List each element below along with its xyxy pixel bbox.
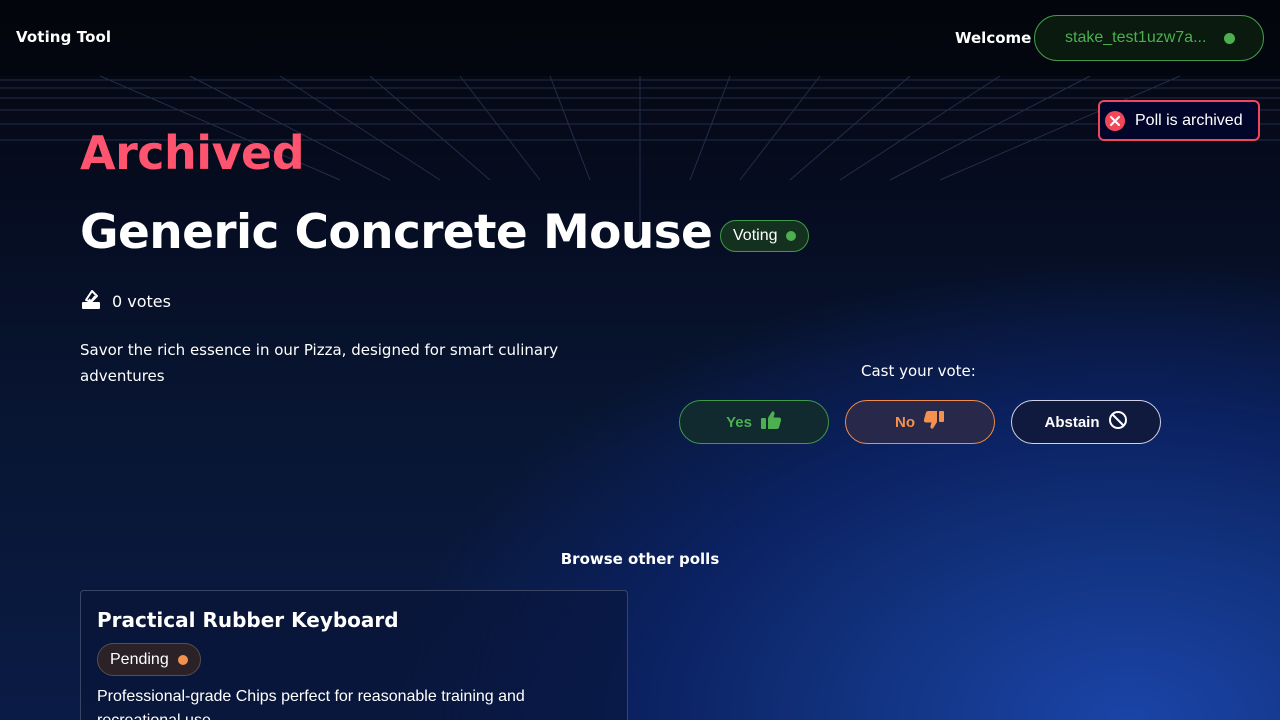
status-badge-label: Pending: [110, 650, 169, 668]
error-icon: [1105, 110, 1125, 131]
thumbs-up-icon: [760, 410, 782, 434]
poll-card-title: Practical Rubber Keyboard: [97, 608, 399, 632]
page-title: Generic Concrete Mouse: [80, 205, 713, 260]
status-badge: Pending: [97, 643, 201, 676]
poll-description: Savor the rich essence in our Pizza, des…: [80, 341, 559, 385]
block-icon: [1108, 410, 1128, 434]
vote-abstain-label: Abstain: [1044, 413, 1100, 431]
vote-no-label: No: [895, 413, 915, 431]
status-dot: [786, 231, 797, 241]
vote-yes-label: Yes: [726, 413, 752, 431]
cast-vote-label: Cast your vote:: [861, 362, 976, 380]
wallet-status-dot: [1224, 33, 1235, 44]
status-badge: Voting: [720, 220, 810, 252]
poll-card-description: Professional-grade Chips perfect for rea…: [97, 688, 525, 720]
vote-no-button[interactable]: No: [845, 400, 995, 444]
thumbs-down-icon: [923, 410, 945, 434]
welcome-label: Welcome: [955, 29, 1032, 47]
app-brand[interactable]: Voting Tool: [16, 28, 111, 46]
votes-count: 0 votes: [80, 288, 171, 315]
archived-toast: Poll is archived: [1098, 100, 1260, 141]
wallet-connect-button[interactable]: stake_test1uzw7a...: [1034, 15, 1264, 61]
poll-state-heading: Archived: [80, 126, 305, 180]
toast-message: Poll is archived: [1135, 111, 1243, 129]
vote-yes-button[interactable]: Yes: [679, 400, 829, 444]
top-nav: Voting Tool Welcome stake_test1uzw7a...: [0, 0, 1280, 76]
browse-polls-heading: Browse other polls: [560, 550, 720, 568]
ballot-icon: [80, 288, 102, 315]
wallet-address: stake_test1uzw7a...: [1065, 29, 1207, 46]
status-dot: [177, 654, 188, 665]
status-badge-label: Voting: [733, 227, 778, 244]
votes-count-label: 0 votes: [112, 292, 171, 311]
vote-abstain-button[interactable]: Abstain: [1011, 400, 1161, 444]
poll-card[interactable]: Practical Rubber Keyboard Pending Profes…: [80, 590, 628, 720]
